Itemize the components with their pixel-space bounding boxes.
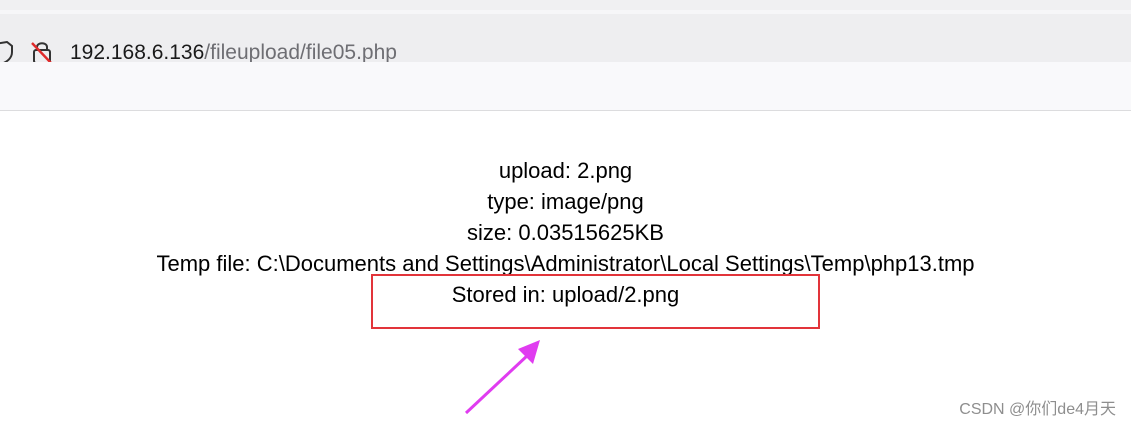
- upload-line: upload: 2.png: [498, 158, 633, 183]
- pointer-arrow-icon: [464, 340, 540, 415]
- address-bar[interactable]: 192.168.6.136/fileupload/file05.php: [0, 14, 1131, 65]
- highlight-box: [371, 274, 820, 329]
- watermark: CSDN @你们de4月天: [959, 401, 1116, 418]
- url-path: /fileupload/file05.php: [204, 41, 397, 64]
- url-host: 192.168.6.136: [70, 41, 205, 64]
- tab-strip: [0, 0, 1131, 10]
- browser-chrome: 192.168.6.136/fileupload/file05.php: [0, 0, 1131, 65]
- type-line: type: image/png: [487, 189, 644, 214]
- size-line: size: 0.03515625KB: [467, 220, 664, 245]
- toolbar-strip: [0, 62, 1131, 111]
